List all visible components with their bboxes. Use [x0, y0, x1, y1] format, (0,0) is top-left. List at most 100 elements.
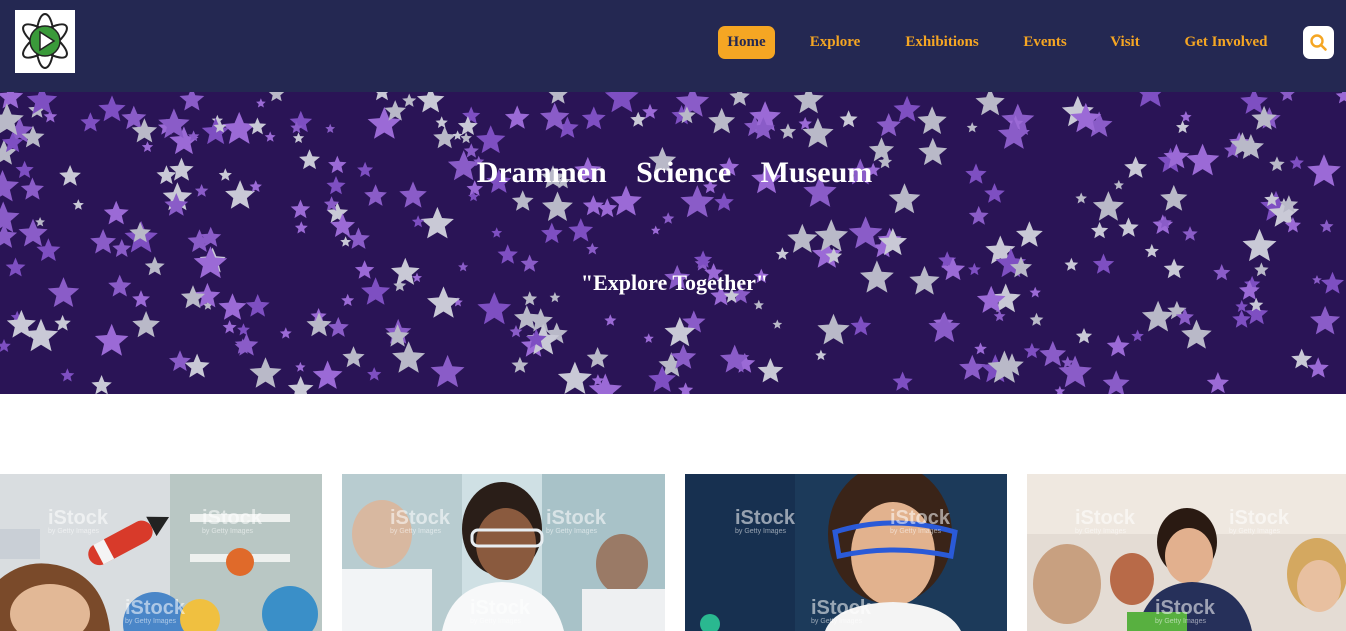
card-image-3[interactable]: iStock by Getty Images iStock by Getty Ima…: [685, 474, 1007, 631]
star-decoration: [294, 221, 308, 234]
star-decoration: [662, 212, 675, 224]
star-decoration: [541, 222, 563, 244]
star-decoration: [974, 342, 987, 355]
star-decoration: [588, 373, 622, 394]
star-decoration: [1075, 328, 1093, 344]
star-decoration: [435, 116, 448, 128]
star-decoration: [968, 205, 989, 225]
star-decoration: [1131, 329, 1144, 342]
star-decoration: [433, 126, 457, 149]
star-decoration: [187, 229, 212, 252]
nav-home[interactable]: Home: [718, 26, 775, 59]
star-decoration: [268, 92, 285, 102]
star-decoration: [729, 92, 750, 106]
star-decoration: [1319, 219, 1334, 233]
star-decoration: [245, 294, 270, 317]
museum-logo[interactable]: [15, 10, 75, 73]
star-decoration: [959, 354, 986, 380]
star-decoration: [757, 358, 784, 383]
star-decoration: [491, 227, 503, 238]
star-decoration: [287, 376, 314, 394]
star-decoration: [582, 195, 604, 216]
star-decoration: [1054, 385, 1066, 394]
nav-events[interactable]: Events: [1016, 26, 1074, 59]
star-decoration: [787, 223, 818, 253]
nav-visit[interactable]: Visit: [1104, 26, 1146, 59]
star-decoration: [60, 368, 75, 382]
star-decoration: [848, 216, 883, 249]
star-decoration: [112, 239, 132, 257]
watermark: iStock by Getty Images: [470, 597, 531, 625]
star-decoration: [1141, 300, 1175, 332]
star-decoration: [1058, 355, 1092, 388]
star-decoration: [928, 311, 961, 343]
star-decoration: [256, 98, 266, 108]
star-decoration: [1144, 243, 1159, 258]
star-decoration: [651, 225, 661, 235]
star-decoration: [18, 218, 48, 247]
star-decoration: [497, 244, 518, 264]
atom-play-logo-icon: [22, 13, 68, 69]
star-decoration: [814, 219, 848, 252]
star-decoration: [411, 215, 425, 228]
star-decoration: [876, 113, 901, 137]
nav-explore[interactable]: Explore: [800, 26, 870, 59]
star-decoration: [222, 320, 237, 334]
star-decoration: [132, 311, 160, 338]
star-decoration: [312, 360, 343, 389]
star-decoration: [1102, 370, 1130, 394]
star-decoration: [347, 227, 370, 249]
star-decoration: [376, 92, 389, 101]
star-decoration: [295, 361, 306, 372]
star-decoration: [581, 106, 606, 130]
watermark: iStock by Getty Images: [390, 507, 451, 535]
star-decoration: [179, 92, 205, 111]
star-decoration: [548, 92, 568, 104]
card-image-4[interactable]: iStock by Getty Images iStock by Getty Ima…: [1027, 474, 1346, 631]
star-decoration: [1023, 342, 1040, 359]
star-decoration: [1029, 312, 1044, 326]
card-image-1[interactable]: iStock by Getty Images iStock by Getty Ima…: [0, 474, 322, 631]
star-decoration: [1181, 319, 1212, 349]
star-decoration: [966, 122, 978, 133]
star-decoration: [993, 310, 1006, 322]
card-image-2[interactable]: iStock by Getty Images iStock by Getty Ima…: [342, 474, 665, 631]
star-decoration: [630, 111, 647, 127]
star-decoration: [452, 130, 463, 140]
star-decoration: [511, 356, 529, 373]
watermark: iStock by Getty Images: [1155, 597, 1216, 625]
star-decoration: [0, 339, 11, 352]
star-decoration: [708, 107, 736, 134]
star-decoration: [753, 299, 764, 310]
star-decoration: [1139, 92, 1162, 107]
star-decoration: [91, 375, 112, 394]
star-decoration: [568, 218, 594, 242]
search-button[interactable]: [1303, 26, 1334, 59]
star-decoration: [1016, 221, 1043, 247]
star-decoration: [815, 349, 827, 361]
star-decoration: [306, 312, 332, 337]
star-decoration: [1180, 111, 1192, 122]
star-decoration: [54, 314, 71, 331]
star-decoration: [141, 141, 154, 152]
star-decoration: [793, 92, 824, 114]
nav-get-involved[interactable]: Get Involved: [1176, 26, 1276, 59]
star-decoration: [1206, 372, 1229, 394]
star-decoration: [392, 341, 426, 373]
star-decoration: [779, 123, 797, 139]
star-decoration: [430, 354, 465, 388]
star-decoration: [892, 371, 913, 391]
nav-exhibitions[interactable]: Exhibitions: [898, 26, 986, 59]
hero-banner: Drammen Science Museum "Explore Together…: [0, 92, 1346, 394]
star-decoration: [893, 95, 921, 122]
star-decoration: [1279, 92, 1295, 101]
star-decoration: [1335, 92, 1346, 104]
star-decoration: [340, 236, 352, 247]
star-decoration: [80, 112, 101, 132]
star-decoration: [586, 347, 609, 368]
star-decoration: [1075, 192, 1087, 204]
star-decoration: [1091, 221, 1109, 239]
star-decoration: [327, 316, 349, 337]
star-decoration: [714, 192, 734, 211]
star-decoration: [1092, 191, 1124, 221]
